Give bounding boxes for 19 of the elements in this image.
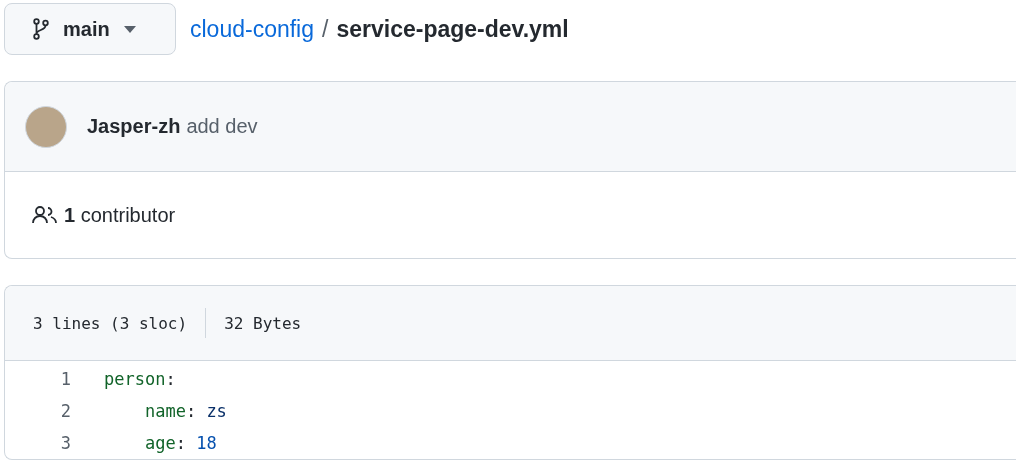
line-number: 2 [59,401,72,421]
branch-button[interactable]: main [4,3,176,55]
line-number: 3 [59,433,72,453]
code-line: age: 18 [143,433,217,453]
line-count: 3 lines (3 sloc) [33,313,188,333]
file-size: 32 Bytes [224,313,302,333]
author-link[interactable]: Jasper-zh [87,115,181,138]
caret-icon [123,25,136,33]
branch-icon [33,18,49,40]
avatar [25,105,67,148]
code-line: name: zs [143,401,227,421]
commit-message-link[interactable]: add dev [186,115,258,138]
line-number: 1 [59,369,72,389]
code-line: person: [104,369,176,389]
contributor-count-link[interactable]: 1 contributor [64,203,176,227]
people-icon [32,206,58,224]
path-separator: / [322,15,329,43]
repo-link[interactable]: cloud-config [190,15,315,43]
file-name: service-page-dev.yml [336,15,569,43]
